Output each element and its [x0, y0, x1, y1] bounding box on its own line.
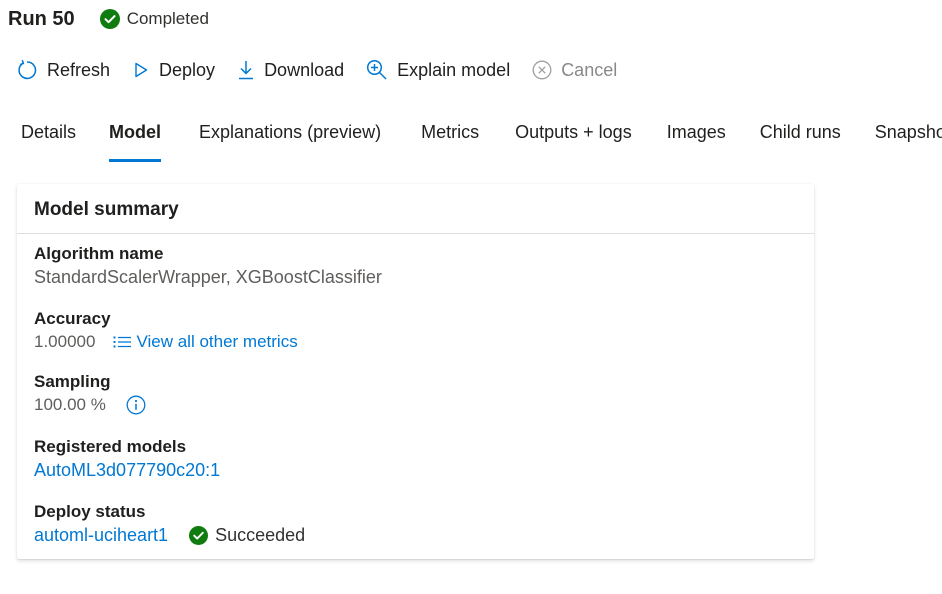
cancel-icon: [532, 60, 552, 80]
card-title: Model summary: [34, 199, 179, 220]
run-status: Completed: [99, 9, 209, 29]
info-icon[interactable]: [126, 395, 146, 415]
sampling-value: 100.00 %: [34, 395, 106, 414]
registered-models-field: Registered models AutoML3d077790c20:1: [34, 436, 220, 482]
tab-model[interactable]: Model: [109, 122, 162, 162]
tab-snapshot[interactable]: Snapshot: [875, 122, 942, 152]
cancel-button[interactable]: Cancel: [532, 60, 617, 81]
check-circle-icon: [189, 525, 209, 545]
accuracy-value: 1.00000: [34, 332, 96, 351]
run-header: Run 50 Completed: [8, 6, 209, 32]
run-title: Run 50: [8, 7, 75, 30]
tab-bar: Details Model Explanations (preview) Met…: [21, 122, 942, 164]
status-label: Completed: [126, 9, 209, 28]
download-label: Download: [264, 59, 345, 80]
sampling-label: Sampling: [34, 372, 111, 391]
view-all-metrics-label: View all other metrics: [136, 332, 298, 351]
algorithm-field: Algorithm name StandardScalerWrapper, XG…: [34, 243, 382, 289]
check-circle-icon: [99, 9, 120, 29]
command-bar: Refresh Deploy Download Explain model Ca…: [16, 56, 639, 84]
refresh-label: Refresh: [47, 59, 111, 80]
tab-child-runs[interactable]: Child runs: [760, 122, 841, 152]
registered-models-label: Registered models: [34, 437, 187, 456]
tab-details[interactable]: Details: [21, 122, 76, 152]
accuracy-row: 1.00000 View all other metrics: [34, 330, 298, 354]
cancel-label: Cancel: [561, 59, 618, 80]
deploy-status-field: Deploy status automl-uciheart1 Succeeded: [34, 501, 305, 547]
algorithm-label: Algorithm name: [34, 244, 164, 263]
tab-outputs-logs[interactable]: Outputs + logs: [515, 122, 632, 152]
explain-model-button[interactable]: Explain model: [366, 59, 510, 81]
deployment-link[interactable]: automl-uciheart1: [34, 523, 168, 547]
explain-model-label: Explain model: [397, 59, 511, 80]
deploy-status-text: Succeeded: [215, 525, 306, 545]
download-icon: [239, 61, 254, 80]
accuracy-label: Accuracy: [34, 309, 111, 328]
tab-metrics[interactable]: Metrics: [421, 122, 479, 152]
refresh-icon: [18, 59, 37, 80]
list-icon: [113, 336, 132, 348]
deploy-label: Deploy: [159, 59, 216, 80]
sampling-field: Sampling 100.00 %: [34, 371, 146, 417]
accuracy-field: Accuracy 1.00000 View all other metrics: [34, 308, 298, 354]
deploy-succeeded-status: Succeeded: [189, 523, 305, 547]
download-button[interactable]: Download: [237, 60, 344, 81]
tab-explanations[interactable]: Explanations (preview): [199, 122, 381, 152]
sampling-row: 100.00 %: [34, 393, 146, 417]
model-summary-card: Model summary Algorithm name StandardSca…: [17, 184, 814, 559]
refresh-button[interactable]: Refresh: [16, 59, 110, 81]
deploy-status-row: automl-uciheart1 Succeeded: [34, 523, 305, 547]
algorithm-value: StandardScalerWrapper, XGBoostClassifier: [34, 267, 382, 287]
view-all-metrics-link[interactable]: View all other metrics: [113, 330, 298, 354]
deploy-button[interactable]: Deploy: [132, 60, 215, 81]
play-icon: [135, 62, 148, 78]
tab-images[interactable]: Images: [667, 122, 726, 152]
registered-model-link[interactable]: AutoML3d077790c20:1: [34, 458, 220, 482]
card-divider: [17, 233, 814, 234]
registered-models-row: AutoML3d077790c20:1: [34, 458, 220, 482]
deploy-status-label: Deploy status: [34, 502, 146, 521]
zoom-in-icon: [367, 59, 387, 80]
